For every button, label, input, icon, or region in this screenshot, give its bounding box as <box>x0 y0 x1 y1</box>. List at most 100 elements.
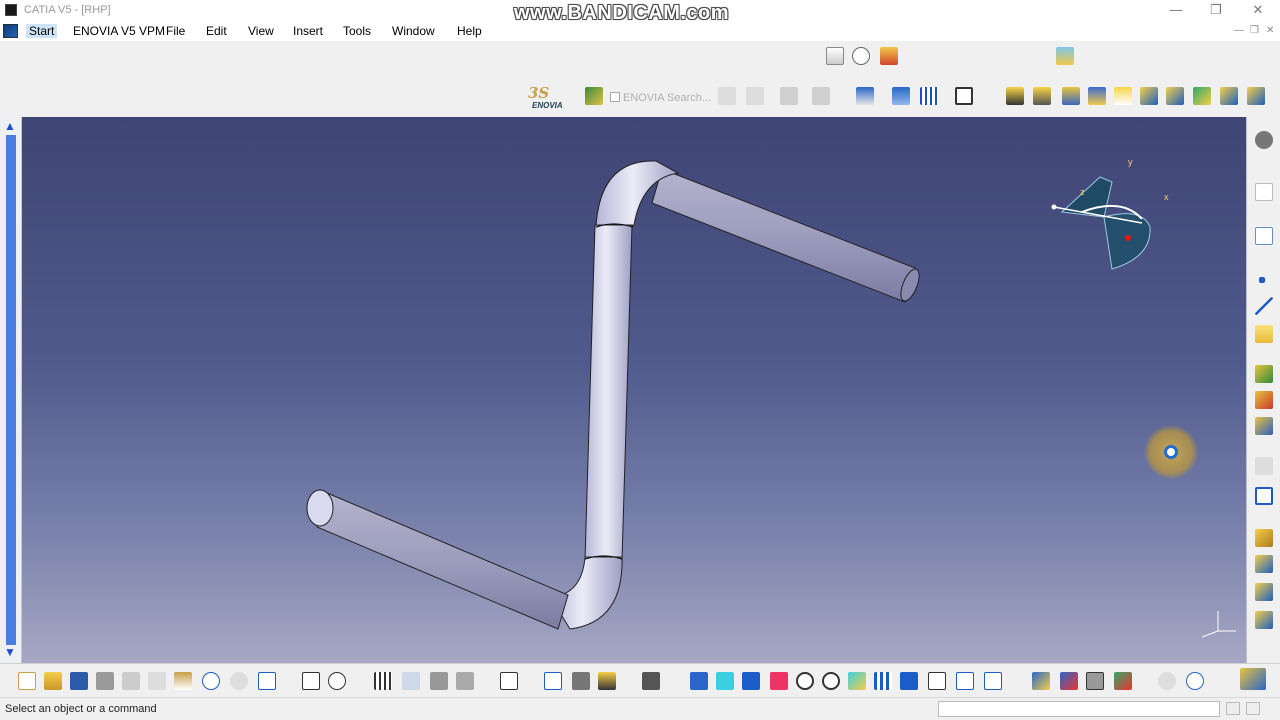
point-icon[interactable] <box>1259 277 1265 283</box>
menu-edit[interactable]: Edit <box>206 24 227 38</box>
compass-graphic[interactable]: y x z <box>1042 157 1182 277</box>
line-icon[interactable] <box>1255 297 1273 315</box>
shading-icon[interactable] <box>928 672 946 690</box>
fit-all-in-icon[interactable] <box>716 672 734 690</box>
paste-icon[interactable] <box>174 672 192 690</box>
enovia-search-checkbox[interactable]: ENOVIA Search... <box>610 92 711 104</box>
grid-icon[interactable] <box>920 87 938 105</box>
iso-view-icon[interactable] <box>900 672 918 690</box>
gear-icon[interactable] <box>1255 131 1273 149</box>
removed-multi-section-icon[interactable] <box>1247 87 1265 105</box>
scan-icon[interactable] <box>500 672 518 690</box>
undo-icon[interactable] <box>202 672 220 690</box>
menu-enovia-v5-vpm[interactable]: ENOVIA V5 VPM <box>73 24 165 38</box>
slot-icon[interactable] <box>1166 87 1184 105</box>
specification-tree-scrollbar[interactable] <box>6 135 16 645</box>
catia-logo-icon[interactable] <box>3 24 18 38</box>
annotation-flag-icon[interactable] <box>852 47 870 65</box>
chamfer-icon[interactable] <box>1255 555 1273 573</box>
plane-icon[interactable] <box>1255 325 1273 343</box>
view-compass[interactable]: y x z <box>1042 157 1182 280</box>
rib-icon[interactable] <box>1140 87 1158 105</box>
measure-between-icon[interactable] <box>544 672 562 690</box>
globe-icon[interactable] <box>1186 672 1204 690</box>
vertical-pipe-segment[interactable] <box>584 224 633 561</box>
measure-icon[interactable] <box>456 672 474 690</box>
knowledge-icon[interactable] <box>328 672 346 690</box>
status-button-1[interactable] <box>1226 702 1240 715</box>
draft-icon[interactable] <box>1255 583 1273 601</box>
shaft-icon[interactable] <box>1062 87 1080 105</box>
select-icon[interactable] <box>1255 183 1273 201</box>
feature-icon-1[interactable] <box>1255 365 1273 383</box>
mdi-close-button[interactable]: ✕ <box>1266 25 1274 36</box>
analysis-icon[interactable] <box>1086 672 1104 690</box>
fly-mode-icon[interactable] <box>690 672 708 690</box>
pocket-icon[interactable] <box>1033 87 1051 105</box>
print-icon[interactable] <box>96 672 114 690</box>
draft-analysis-icon[interactable] <box>1114 672 1132 690</box>
new-file-icon[interactable] <box>18 672 36 690</box>
menu-insert[interactable]: Insert <box>293 24 323 38</box>
3d-viewport[interactable]: y x z <box>22 117 1246 663</box>
whats-this-icon[interactable] <box>258 672 276 690</box>
pad-icon[interactable] <box>1006 87 1024 105</box>
menu-tools[interactable]: Tools <box>343 24 371 38</box>
scroll-up-arrow-icon[interactable]: ▲ <box>4 119 16 133</box>
close-button[interactable]: ✕ <box>1238 1 1278 21</box>
groove-icon[interactable] <box>1088 87 1106 105</box>
shell-icon[interactable] <box>1255 611 1273 629</box>
minimize-button[interactable]: — <box>1156 1 1196 21</box>
hide-show-icon[interactable] <box>956 672 974 690</box>
sketch-analysis-icon[interactable] <box>856 87 874 105</box>
menu-help[interactable]: Help <box>457 24 482 38</box>
catalog-icon[interactable] <box>430 672 448 690</box>
restore-button[interactable]: ❐ <box>1196 1 1236 21</box>
menu-view[interactable]: View <box>248 24 274 38</box>
snap-icon[interactable] <box>892 87 910 105</box>
inertia-icon[interactable] <box>598 672 616 690</box>
multi-section-solid-icon[interactable] <box>1220 87 1238 105</box>
mdi-restore-button[interactable]: ❐ <box>1250 25 1259 36</box>
formula-icon[interactable] <box>302 672 320 690</box>
pan-icon[interactable] <box>742 672 760 690</box>
save-icon[interactable] <box>70 672 88 690</box>
status-button-2[interactable] <box>1246 702 1260 715</box>
box-icon[interactable] <box>1255 487 1273 505</box>
rotate-icon[interactable] <box>770 672 788 690</box>
fit-all-icon[interactable] <box>955 87 973 105</box>
mini-axis <box>1194 607 1242 644</box>
text-abc-icon[interactable] <box>826 47 844 65</box>
open-folder-icon[interactable] <box>44 672 62 690</box>
apply-material-icon[interactable] <box>1032 672 1050 690</box>
feature-icon-3[interactable] <box>1255 417 1273 435</box>
layers-icon[interactable] <box>1056 47 1074 65</box>
menu-file[interactable]: File <box>166 24 185 38</box>
normal-view-icon[interactable] <box>848 672 866 690</box>
stiffener-icon[interactable] <box>1193 87 1211 105</box>
command-input[interactable] <box>938 701 1220 717</box>
fillet-icon[interactable] <box>1255 529 1273 547</box>
sketcher-icon[interactable] <box>1255 227 1273 245</box>
stamp-icon[interactable] <box>880 47 898 65</box>
zoom-in-icon[interactable] <box>796 672 814 690</box>
enovia-connect-icon[interactable] <box>585 87 603 105</box>
measure-item-icon[interactable] <box>572 672 590 690</box>
zoom-out-icon[interactable] <box>822 672 840 690</box>
feature-icon-2[interactable] <box>1255 391 1273 409</box>
multi-view-icon[interactable] <box>874 672 892 690</box>
camera-icon[interactable] <box>642 672 660 690</box>
menu-start[interactable]: Start <box>26 24 58 38</box>
table-icon[interactable] <box>374 672 392 690</box>
hole-icon[interactable] <box>1114 87 1132 105</box>
link-icon[interactable] <box>402 672 420 690</box>
lower-pipe-end-face[interactable] <box>306 489 334 527</box>
upper-pipe-segment[interactable] <box>651 168 916 303</box>
swap-space-icon[interactable] <box>984 672 1002 690</box>
mdi-minimize-button[interactable]: — <box>1234 25 1244 36</box>
lower-pipe-segment[interactable] <box>316 492 569 630</box>
scroll-down-arrow-icon[interactable]: ▼ <box>4 645 16 659</box>
menu-window[interactable]: Window <box>392 24 435 38</box>
part-design-icon[interactable] <box>1060 672 1078 690</box>
checkbox-box[interactable] <box>610 92 620 102</box>
